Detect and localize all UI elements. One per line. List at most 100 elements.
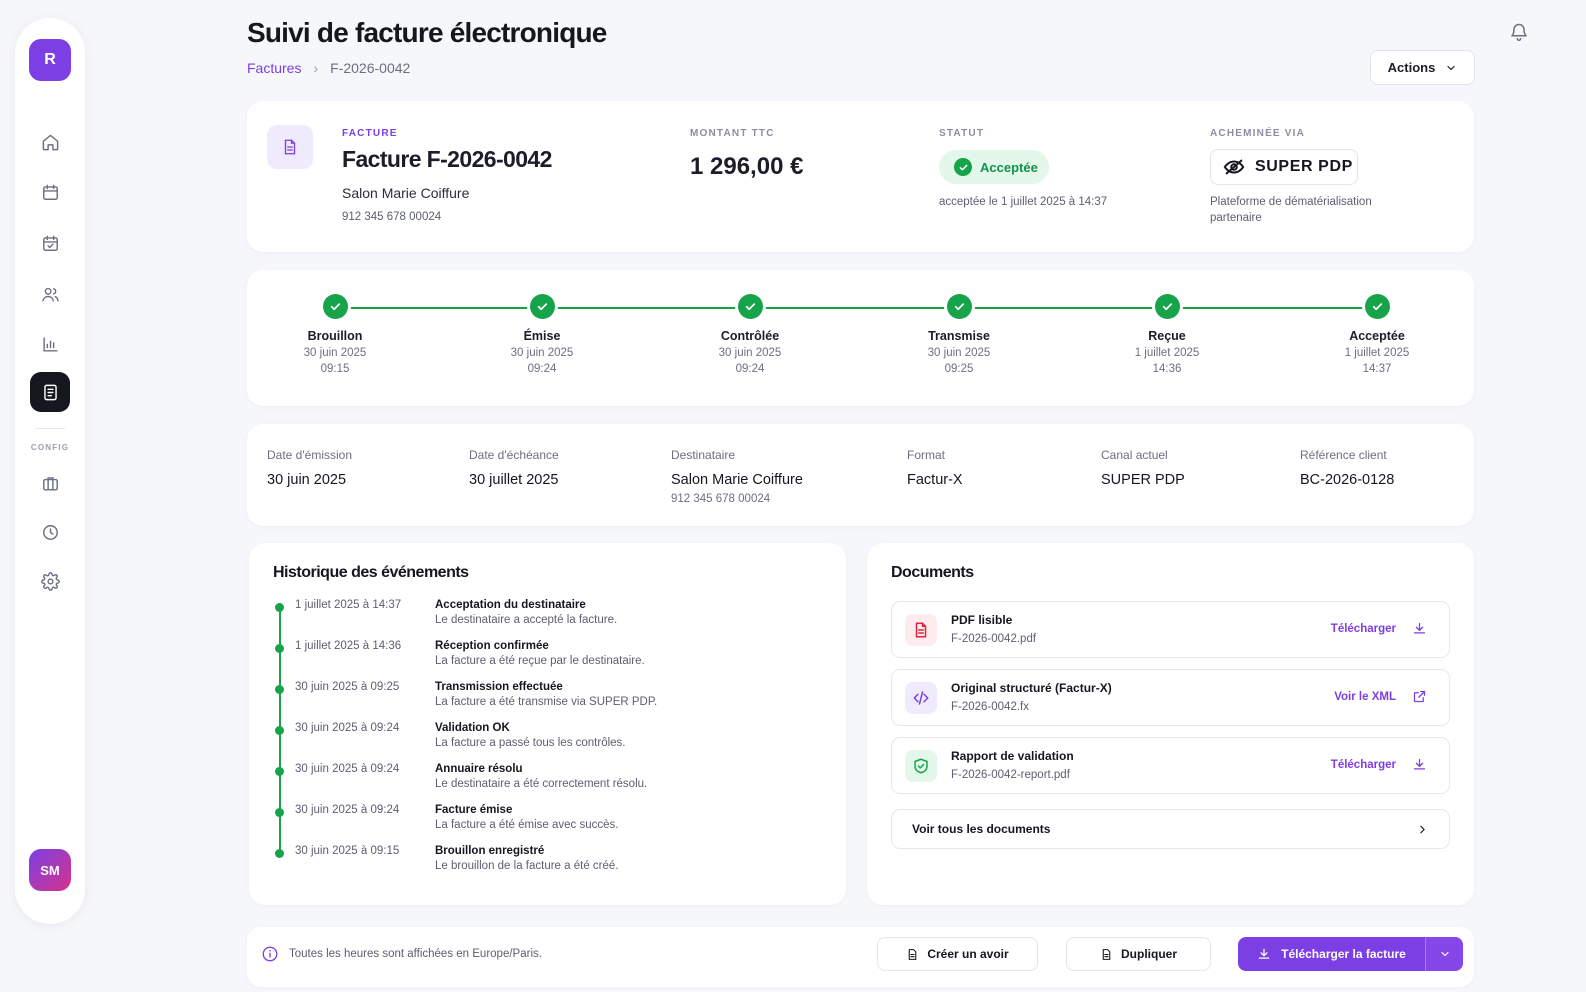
timeline-step: Émise 30 juin 2025 09:24 [482, 294, 602, 375]
info-icon [262, 946, 278, 962]
status-date: acceptée le 1 juillet 2025 à 14:37 [939, 196, 1108, 208]
invoice-title: Facture F-2026-0042 [342, 146, 552, 172]
history-event-description: La facture a été émise avec succès. [435, 819, 619, 831]
nav-services[interactable] [30, 463, 70, 503]
history-event-title: Brouillon enregistré [435, 845, 545, 857]
nav-clients[interactable] [30, 274, 70, 314]
detail-value: Salon Marie Coiffure [671, 472, 803, 488]
app-logo[interactable]: R [29, 39, 71, 81]
calendar-icon [42, 184, 58, 200]
invoice-icon-badge [267, 125, 313, 169]
users-icon [41, 287, 59, 302]
external-link-icon [1412, 689, 1427, 704]
document-row: Original structuré (Factur-X) F-2026-0042… [891, 669, 1450, 726]
check-circle-icon [529, 294, 555, 319]
view-all-documents-button[interactable]: Voir tous les documents [891, 809, 1450, 849]
history-event: 30 juin 2025 à 09:24 Validation OK La fact… [249, 722, 849, 762]
history-event-time: 1 juillet 2025 à 14:37 [295, 599, 402, 611]
check-circle-icon [946, 294, 972, 319]
pdf-icon [905, 614, 937, 646]
timeline-step-label: Acceptée [1349, 329, 1405, 343]
timeline-step-label: Contrôlée [720, 329, 780, 343]
history-event-description: La facture a passé tous les contrôles. [435, 737, 626, 749]
history-event-title: Acceptation du destinataire [435, 599, 586, 611]
sidebar: R CONFIG SM [15, 18, 85, 924]
history-event-title: Annuaire résolu [435, 763, 523, 775]
invoice-icon [43, 384, 57, 400]
nav-calendar[interactable] [30, 172, 70, 212]
actions-dropdown-button[interactable]: Actions [1370, 50, 1475, 85]
history-event-description: La facture a été reçue par le destinatai… [435, 655, 645, 667]
document-action-button[interactable]: Télécharger [1331, 621, 1427, 636]
history-event-time: 30 juin 2025 à 09:25 [295, 681, 400, 693]
create-credit-note-button[interactable]: Créer un avoir [877, 937, 1038, 971]
page-title: Suivi de facture électronique [247, 17, 607, 48]
download-options-button[interactable] [1425, 937, 1463, 971]
document-row: PDF lisible F-2026-0042.pdf Télécharger [891, 601, 1450, 658]
chevron-down-icon [1447, 65, 1455, 70]
document-name: Original structuré (Factur-X) [951, 681, 1112, 695]
nav-home[interactable] [30, 122, 70, 162]
nav-appointments[interactable] [30, 223, 70, 263]
document-action-button[interactable]: Télécharger [1331, 757, 1427, 772]
timezone-note-text: Toutes les heures sont affichées en Euro… [289, 948, 542, 960]
timeline-step: Transmise 30 juin 2025 09:25 [899, 294, 1019, 375]
download-invoice-split-button: Télécharger la facture [1238, 937, 1463, 971]
history-event-description: Le destinataire a accepté la facture. [435, 614, 618, 626]
history-event: 30 juin 2025 à 09:24 Annuaire résolu Le de… [249, 763, 849, 803]
user-avatar[interactable]: SM [29, 849, 71, 891]
history-event-dot [275, 685, 284, 694]
history-event-dot [275, 644, 284, 653]
detail-value: 30 juillet 2025 [469, 472, 559, 488]
shield-check-icon [905, 750, 937, 782]
detail-label: Référence client [1300, 448, 1387, 462]
detail-field: Format Factur-X [907, 448, 963, 488]
timeline-step-label: Transmise [928, 329, 990, 343]
detail-label: Date d'émission [267, 448, 352, 462]
pdp-name: SUPER PDP [1255, 158, 1353, 175]
duplicate-button[interactable]: Dupliquer [1066, 937, 1211, 971]
briefcase-icon [42, 476, 58, 491]
download-icon [1258, 948, 1270, 959]
document-icon [1102, 948, 1111, 960]
status-badge: Acceptée [939, 150, 1049, 184]
history-event-time: 30 juin 2025 à 09:24 [295, 763, 400, 775]
history-event: 30 juin 2025 à 09:15 Brouillon enregistré… [249, 845, 849, 885]
code-icon [905, 682, 937, 714]
sidebar-section-label: CONFIG [30, 443, 70, 452]
nav-settings[interactable] [30, 561, 70, 601]
document-filename: F-2026-0042-report.pdf [951, 769, 1070, 781]
detail-value: Factur-X [907, 472, 963, 488]
status-kicker: STATUT [939, 128, 985, 139]
check-circle-icon [737, 294, 763, 319]
nav-invoices[interactable] [30, 372, 70, 412]
detail-field: Date d'échéance 30 juillet 2025 [469, 448, 559, 488]
nav-reports[interactable] [30, 324, 70, 364]
history-event-dot [275, 808, 284, 817]
pdp-badge[interactable]: SUPER PDP [1210, 149, 1358, 185]
timeline-step-date: 30 juin 2025 [718, 347, 782, 359]
notifications-button[interactable] [1509, 22, 1529, 42]
detail-value: 30 juin 2025 [267, 472, 347, 488]
breadcrumb-invoices-link[interactable]: Factures [247, 60, 301, 76]
document-filename: F-2026-0042.fx [951, 701, 1029, 713]
status-label: Acceptée [980, 159, 1038, 175]
invoice-details-card: Date d'émission 30 juin 2025 Date d'échéan… [247, 424, 1474, 526]
document-action-button[interactable]: Voir le XML [1334, 689, 1427, 704]
download-invoice-button[interactable]: Télécharger la facture [1238, 947, 1425, 961]
history-event-time: 30 juin 2025 à 09:24 [295, 722, 400, 734]
timeline-step-date: 1 juillet 2025 [1344, 347, 1410, 359]
timeline-step-time: 09:24 [735, 363, 765, 375]
actions-label: Actions [1387, 60, 1436, 75]
download-icon [1412, 621, 1427, 636]
check-circle-icon [322, 294, 348, 319]
history-event-dot [275, 767, 284, 776]
timeline-step-label: Émise [523, 329, 561, 343]
nav-hours[interactable] [30, 512, 70, 552]
detail-value: SUPER PDP [1101, 472, 1185, 488]
timeline-step-date: 1 juillet 2025 [1134, 347, 1200, 359]
status-timeline-card: Brouillon 30 juin 2025 09:15 Émise 30 juin 2… [247, 270, 1474, 406]
breadcrumb-current: F-2026-0042 [330, 60, 411, 76]
timeline-step-label: Brouillon [307, 329, 363, 343]
timeline-step-date: 30 juin 2025 [927, 347, 991, 359]
